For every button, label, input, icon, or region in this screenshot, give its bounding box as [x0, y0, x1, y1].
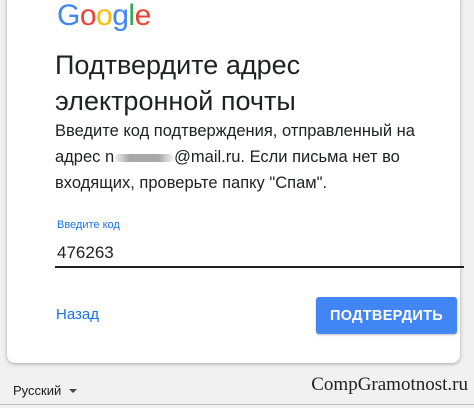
instruction-text: Введите код подтверждения, отправленный … — [55, 118, 455, 196]
page-title: Подтвердите адрес электронной почты — [55, 47, 435, 119]
bottom-divider — [0, 404, 474, 405]
page-title-line2: электронной почты — [55, 86, 296, 116]
verification-card: Google Подтвердите адрес электронной поч… — [7, 0, 464, 363]
redacted-email-mask — [115, 153, 174, 162]
caret-down-icon — [69, 388, 78, 393]
language-selector-label: Русский — [13, 383, 62, 398]
code-field-label: Введите код — [57, 219, 120, 231]
watermark-text: CompGramotnost.ru — [311, 374, 468, 395]
logo-letter: o — [96, 0, 113, 32]
logo-letter: o — [79, 0, 97, 32]
code-input[interactable] — [55, 240, 464, 268]
language-selector[interactable]: Русский — [13, 383, 78, 398]
back-link[interactable]: Назад — [56, 306, 99, 323]
confirm-button[interactable]: ПОДТВЕРДИТЬ — [316, 297, 457, 334]
logo-letter: e — [134, 0, 152, 32]
logo-letter: G — [57, 0, 80, 32]
google-logo: Google — [57, 0, 151, 34]
page-title-line1: Подтвердите адрес — [55, 50, 301, 80]
logo-letter: g — [112, 0, 129, 32]
